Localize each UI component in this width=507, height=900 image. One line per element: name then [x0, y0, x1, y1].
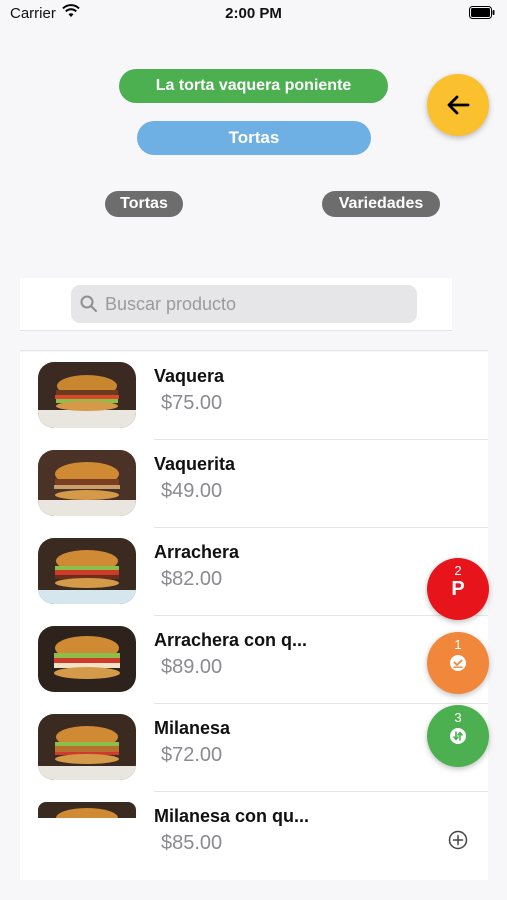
filter-chip-tortas[interactable]: Tortas [105, 191, 183, 217]
product-name: Milanesa con qu... [154, 806, 310, 826]
product-row[interactable]: Arrachera $82.00 [20, 528, 488, 616]
bottom-safe-area [0, 880, 507, 900]
product-price: $72.00 [161, 744, 223, 766]
product-name: Arrachera [154, 542, 240, 562]
product-image [38, 450, 136, 516]
confirmed-orders-button[interactable]: 1 [427, 632, 489, 694]
product-row[interactable]: Arrachera con q... $89.00 [20, 616, 488, 704]
swap-icon [450, 728, 466, 744]
add-circle-icon[interactable] [448, 830, 468, 855]
product-row[interactable]: Vaquerita $49.00 [20, 440, 488, 528]
product-image [38, 362, 136, 428]
product-name: Arrachera con q... [154, 630, 308, 650]
check-clock-icon [450, 655, 466, 671]
category-pill[interactable]: Tortas [137, 121, 371, 155]
product-price: $85.00 [161, 832, 223, 854]
product-list[interactable]: Vaquera $75.00 Vaquerita $49.00 Arracher… [20, 352, 488, 880]
search-box[interactable] [71, 285, 417, 323]
product-name: Vaquerita [154, 454, 236, 474]
transfers-count-badge: 3 [454, 710, 462, 725]
product-image [38, 626, 136, 692]
product-image [38, 538, 136, 604]
list-separator [20, 350, 488, 351]
product-row[interactable]: Milanesa con qu... $85.00 [20, 792, 488, 880]
product-row[interactable]: Vaquera $75.00 [20, 352, 488, 440]
battery-icon [469, 6, 495, 24]
back-button[interactable] [427, 74, 489, 136]
pending-count-badge: 2 [454, 563, 462, 578]
pending-letter: P [451, 578, 465, 600]
product-price: $49.00 [161, 480, 223, 502]
confirmed-count-badge: 1 [454, 637, 462, 652]
product-price: $82.00 [161, 568, 223, 590]
product-image [38, 714, 136, 780]
product-name: Milanesa [154, 718, 231, 738]
product-price: $75.00 [161, 392, 223, 414]
search-icon [80, 295, 98, 318]
search-input[interactable] [105, 285, 405, 323]
store-name-pill[interactable]: La torta vaquera poniente [119, 69, 388, 103]
product-name: Vaquera [154, 366, 225, 386]
filter-chip-variedades[interactable]: Variedades [322, 191, 440, 217]
transfers-button[interactable]: 3 [427, 705, 489, 767]
back-arrow-icon [447, 95, 470, 115]
pending-orders-button[interactable]: 2 P [427, 558, 489, 620]
product-row[interactable]: Milanesa $72.00 [20, 704, 488, 792]
product-image [38, 802, 136, 818]
product-price: $89.00 [161, 656, 223, 678]
status-bar: Carrier 2:00 PM [0, 0, 507, 30]
clock: 2:00 PM [225, 5, 282, 22]
